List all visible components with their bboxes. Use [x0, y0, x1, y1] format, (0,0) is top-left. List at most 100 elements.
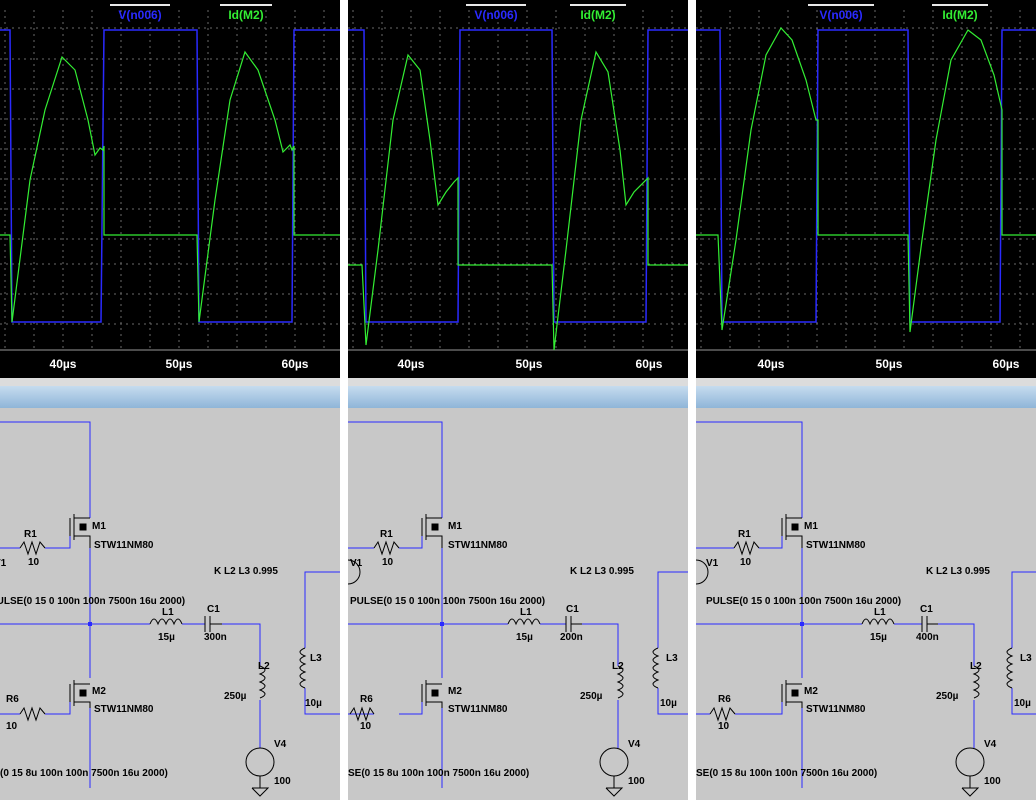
waveform-graph: [0, 10, 340, 351]
v2-pulse-spec[interactable]: (0 15 8u 100n 100n 7500n 16u 2000): [0, 768, 168, 779]
m1-label[interactable]: M1: [804, 521, 818, 532]
l2-label[interactable]: L2: [970, 661, 982, 672]
m2-label[interactable]: M2: [448, 686, 462, 697]
r1-resistor: [373, 540, 400, 556]
k-coupling-directive[interactable]: K L2 L3 0.995: [926, 566, 990, 577]
v1-pulse-spec[interactable]: PULSE(0 15 0 100n 100n 7500n 16u 2000): [706, 596, 901, 607]
c1-value[interactable]: 400n: [916, 632, 939, 643]
c1-label[interactable]: C1: [920, 604, 933, 615]
m2-model[interactable]: STW11NM80: [806, 704, 865, 715]
v4-value[interactable]: 100: [984, 776, 1001, 787]
waveform-graph: [696, 10, 1036, 351]
v1-label[interactable]: V1: [0, 558, 6, 569]
r1-label[interactable]: R1: [738, 529, 751, 540]
current-trace: [696, 26, 1036, 333]
l3-label[interactable]: L3: [1020, 653, 1032, 664]
k-coupling-directive[interactable]: K L2 L3 0.995: [214, 566, 278, 577]
v2-pulse-spec[interactable]: SE(0 15 8u 100n 100n 7500n 16u 2000): [696, 768, 877, 779]
l2-value[interactable]: 250µ: [224, 691, 246, 702]
m1-model[interactable]: STW11NM80: [448, 540, 507, 551]
r1-resistor: [733, 540, 760, 556]
l3-value[interactable]: 10µ: [1014, 698, 1031, 709]
r1-value[interactable]: 10: [28, 557, 39, 568]
r1-value[interactable]: 10: [382, 557, 393, 568]
r1-value[interactable]: 10: [740, 557, 751, 568]
l3-inductor: [299, 647, 307, 689]
v1-pulse-spec[interactable]: PULSE(0 15 0 100n 100n 7500n 16u 2000): [350, 596, 545, 607]
m1-label[interactable]: M1: [92, 521, 106, 532]
current-trace: [0, 50, 340, 323]
schematic-canvas[interactable]: R1 10 M1 STW11NM80 V1 K L2 L3 0.995 PULS…: [348, 408, 688, 800]
schematic-window-titlebar[interactable]: [348, 386, 688, 408]
m2-model[interactable]: STW11NM80: [94, 704, 153, 715]
r6-value[interactable]: 10: [6, 721, 17, 732]
m1-label[interactable]: M1: [448, 521, 462, 532]
plot-grid: [0, 10, 340, 350]
l3-value[interactable]: 10µ: [660, 698, 677, 709]
m2-label[interactable]: M2: [804, 686, 818, 697]
r6-label[interactable]: R6: [360, 694, 373, 705]
r1-label[interactable]: R1: [24, 529, 37, 540]
l1-inductor: [149, 618, 183, 626]
m2-model[interactable]: STW11NM80: [448, 704, 507, 715]
trace-label-voltage[interactable]: V(n006): [808, 4, 874, 23]
trace-label-voltage[interactable]: V(n006): [466, 4, 526, 23]
l3-value[interactable]: 10µ: [305, 698, 322, 709]
l3-label[interactable]: L3: [666, 653, 678, 664]
sim-panel-c300n: V(n006) Id(M2) 40µs 50µs 60µs R1 10 M1 S…: [0, 0, 340, 800]
r1-label[interactable]: R1: [380, 529, 393, 540]
l2-label[interactable]: L2: [258, 661, 270, 672]
v1-pulse-spec[interactable]: PULSE(0 15 0 100n 100n 7500n 16u 2000): [0, 596, 185, 607]
l1-value[interactable]: 15µ: [158, 632, 175, 643]
c1-value[interactable]: 300n: [204, 632, 227, 643]
m2-label[interactable]: M2: [92, 686, 106, 697]
schematic-canvas[interactable]: R1 10 M1 STW11NM80 V1 K L2 L3 0.995 PULS…: [0, 408, 340, 800]
c1-label[interactable]: C1: [566, 604, 579, 615]
v4-label[interactable]: V4: [628, 739, 640, 750]
trace-label-current[interactable]: Id(M2): [932, 4, 988, 23]
r6-label[interactable]: R6: [718, 694, 731, 705]
c1-value[interactable]: 200n: [560, 632, 583, 643]
k-coupling-directive[interactable]: K L2 L3 0.995: [570, 566, 634, 577]
l1-label[interactable]: L1: [520, 607, 532, 618]
schematic-canvas[interactable]: R1 10 M1 STW11NM80 V1 K L2 L3 0.995 PULS…: [696, 408, 1036, 800]
x-tick-label: 50µs: [165, 357, 193, 371]
x-tick-label: 60µs: [281, 357, 309, 371]
v4-label[interactable]: V4: [274, 739, 286, 750]
v4-source: [245, 747, 275, 777]
v4-value[interactable]: 100: [628, 776, 645, 787]
v1-label[interactable]: V1: [350, 558, 362, 569]
x-tick-label: 50µs: [515, 357, 543, 371]
l1-value[interactable]: 15µ: [870, 632, 887, 643]
r6-value[interactable]: 10: [718, 721, 729, 732]
x-tick-label: 40µs: [397, 357, 425, 371]
waveform-plot[interactable]: V(n006) Id(M2) 40µs 50µs 60µs: [0, 0, 340, 378]
l3-label[interactable]: L3: [310, 653, 322, 664]
schematic-window-titlebar[interactable]: [696, 386, 1036, 408]
l2-value[interactable]: 250µ: [936, 691, 958, 702]
waveform-plot[interactable]: V(n006) Id(M2) 40µs 50µs 60µs: [696, 0, 1036, 378]
current-trace: [348, 50, 688, 351]
r6-label[interactable]: R6: [6, 694, 19, 705]
trace-label-current[interactable]: Id(M2): [220, 4, 272, 23]
v2-pulse-spec[interactable]: SE(0 15 8u 100n 100n 7500n 16u 2000): [348, 768, 529, 779]
l1-label[interactable]: L1: [162, 607, 174, 618]
trace-label-current[interactable]: Id(M2): [570, 4, 626, 23]
v4-value[interactable]: 100: [274, 776, 291, 787]
l1-value[interactable]: 15µ: [516, 632, 533, 643]
waveform-plot[interactable]: V(n006) Id(M2) 40µs 50µs 60µs: [348, 0, 688, 378]
m1-model[interactable]: STW11NM80: [94, 540, 153, 551]
v1-label[interactable]: V1: [706, 558, 718, 569]
l2-label[interactable]: L2: [612, 661, 624, 672]
trace-label-voltage[interactable]: V(n006): [110, 4, 170, 23]
l1-inductor: [861, 618, 895, 626]
panel-gap: [688, 0, 696, 800]
x-tick-label: 50µs: [875, 357, 903, 371]
schematic-window-titlebar[interactable]: [0, 386, 340, 408]
v4-label[interactable]: V4: [984, 739, 996, 750]
r6-value[interactable]: 10: [360, 721, 371, 732]
c1-label[interactable]: C1: [207, 604, 220, 615]
l1-label[interactable]: L1: [874, 607, 886, 618]
l2-value[interactable]: 250µ: [580, 691, 602, 702]
m1-model[interactable]: STW11NM80: [806, 540, 865, 551]
